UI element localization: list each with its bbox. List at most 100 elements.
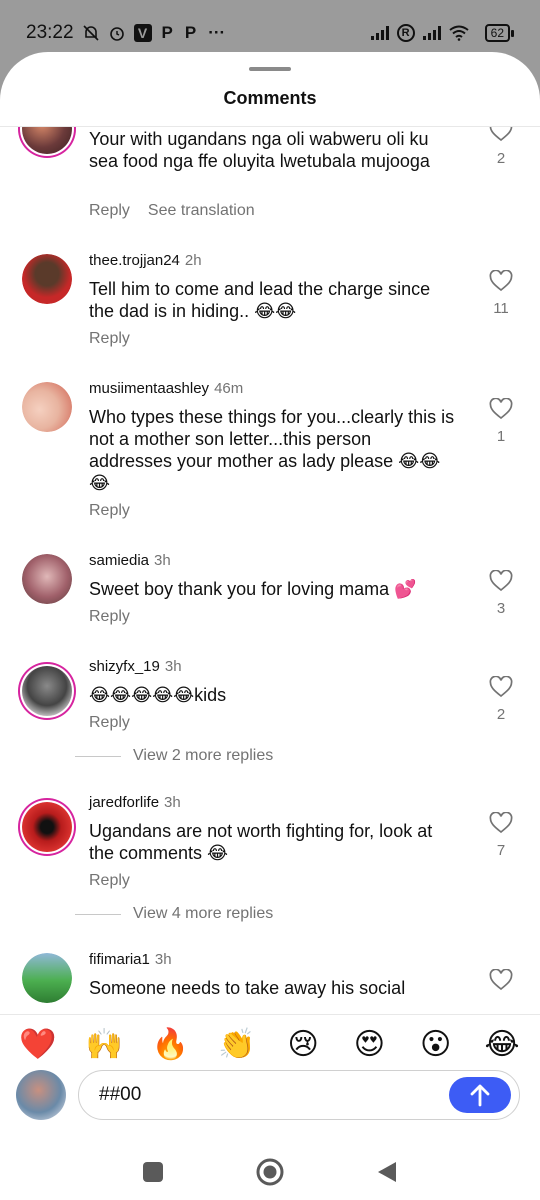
comment-actions: Reply — [89, 872, 130, 890]
comment-list[interactable]: tuhaise_amelia2h Your with ugandans nga … — [0, 127, 540, 1014]
avatar[interactable] — [22, 127, 72, 154]
comment-input-value[interactable]: ##00 — [99, 1084, 141, 1106]
avatar[interactable] — [22, 254, 72, 304]
view-more-label: View 4 more replies — [133, 905, 274, 922]
emoji-reaction-button[interactable]: 🙌 — [82, 1024, 126, 1066]
emoji-reaction-button[interactable]: 😍 — [347, 1024, 391, 1066]
emoji-reaction-button[interactable]: ❤️ — [16, 1024, 60, 1066]
quick-reaction-bar: ❤️ 🙌 🔥 👏 😢 😍 😮 😂 — [16, 1024, 524, 1066]
comment-text: Sweet boy thank you for loving mama 💕 — [89, 579, 417, 599]
circle-icon — [256, 1158, 284, 1185]
comment-actions: Reply — [89, 608, 130, 626]
avatar[interactable] — [22, 953, 72, 1003]
emoji-reaction-button[interactable]: 😮 — [414, 1024, 458, 1066]
avatar[interactable] — [22, 554, 72, 604]
like-button[interactable]: 3 — [488, 570, 514, 617]
arrow-up-icon — [470, 1084, 490, 1107]
comment-text: Tell him to come and lead the charge sin… — [89, 279, 431, 321]
battery-level: 62 — [484, 24, 510, 42]
view-more-replies-button[interactable]: View 4 more replies — [75, 905, 273, 923]
current-user-avatar — [16, 1070, 66, 1120]
battery-icon: 62 — [484, 24, 514, 42]
heart-icon[interactable] — [489, 812, 513, 834]
emoji-reaction-button[interactable]: 😢 — [281, 1024, 325, 1066]
like-count: 7 — [496, 842, 506, 859]
view-more-replies-button[interactable]: View 2 more replies — [75, 747, 273, 765]
signal-icon — [370, 26, 389, 40]
view-more-label: View 2 more replies — [133, 747, 274, 764]
avatar[interactable] — [22, 666, 72, 716]
comment-time: 3h — [164, 794, 181, 811]
username[interactable]: fifimaria1 — [89, 951, 150, 968]
emoji-reaction-button[interactable]: 😂 — [480, 1024, 524, 1066]
avatar[interactable] — [22, 382, 72, 432]
username[interactable]: jaredforlife — [89, 794, 159, 811]
divider — [75, 913, 121, 915]
reply-button[interactable]: Reply — [89, 872, 130, 889]
like-count: 3 — [496, 600, 506, 617]
avatar-image — [22, 254, 72, 304]
comment-text: 😂😂😂😂😂kids — [89, 685, 227, 705]
like-button[interactable]: 2 — [488, 676, 514, 723]
comment-time: 3h — [164, 658, 182, 675]
system-nav-bar — [0, 1148, 540, 1200]
p-app-icon: P — [184, 23, 197, 42]
avatar-image — [22, 382, 72, 432]
send-button[interactable] — [449, 1077, 511, 1113]
comment-header: shizyfx_19 3h — [89, 658, 182, 675]
recents-button[interactable] — [142, 1161, 164, 1188]
like-button[interactable]: 1 — [488, 398, 514, 445]
reply-button[interactable]: Reply — [89, 502, 130, 519]
comment-header: thee.trojjan24 2h — [89, 252, 202, 269]
avatar-image — [22, 554, 72, 604]
heart-icon[interactable] — [489, 570, 513, 592]
heart-icon[interactable] — [489, 398, 513, 420]
avatar-image — [22, 127, 72, 154]
divider — [0, 1014, 540, 1015]
heart-icon[interactable] — [489, 676, 513, 698]
comment-input[interactable]: ##00 — [78, 1070, 520, 1120]
back-button[interactable] — [376, 1160, 398, 1189]
emoji-reaction-button[interactable]: 👏 — [215, 1024, 259, 1066]
comment-time: 2h — [184, 252, 202, 269]
username[interactable]: samiedia — [89, 552, 149, 569]
username[interactable]: shizyfx_19 — [89, 658, 160, 675]
comment-time: 3h — [154, 552, 171, 569]
like-count: 11 — [493, 300, 509, 317]
like-button[interactable]: 2 — [488, 127, 514, 167]
drag-handle[interactable] — [249, 67, 291, 71]
comment-text: Your with ugandans nga oli wabweru oli k… — [89, 129, 430, 171]
signal-icon — [422, 26, 441, 40]
like-button[interactable] — [488, 969, 514, 991]
reply-button[interactable]: Reply — [89, 714, 130, 731]
comment-text: Who types these things for you...clearly… — [89, 407, 455, 493]
wifi-icon — [449, 25, 469, 41]
heart-icon[interactable] — [489, 127, 513, 142]
reply-button[interactable]: Reply — [89, 608, 130, 625]
see-translation-button[interactable]: See translation — [148, 202, 255, 219]
status-time: 23:22 — [26, 22, 74, 43]
home-button[interactable] — [256, 1158, 284, 1191]
emoji-reaction-button[interactable]: 🔥 — [149, 1024, 193, 1066]
reply-button[interactable]: Reply — [89, 202, 130, 219]
v-app-icon: V — [133, 24, 152, 42]
comment-actions: Reply See translation — [89, 202, 255, 220]
heart-icon[interactable] — [489, 969, 513, 991]
comment-time: 3h — [154, 951, 172, 968]
like-button[interactable]: 11 — [488, 270, 514, 317]
reply-button[interactable]: Reply — [89, 330, 130, 347]
divider — [75, 755, 121, 757]
comment-actions: Reply — [89, 330, 130, 348]
comment-header: fifimaria1 3h — [89, 951, 172, 968]
avatar[interactable] — [22, 802, 72, 852]
like-count: 1 — [496, 428, 506, 445]
square-icon — [143, 1161, 163, 1182]
username[interactable]: thee.trojjan24 — [89, 252, 180, 269]
avatar-image — [22, 802, 72, 852]
comment-header: jaredforlife 3h — [89, 794, 181, 811]
like-count: 2 — [496, 150, 506, 167]
like-button[interactable]: 7 — [488, 812, 514, 859]
username[interactable]: musiimentaashley — [89, 380, 209, 397]
heart-icon[interactable] — [489, 270, 513, 292]
avatar-image — [22, 953, 72, 1003]
